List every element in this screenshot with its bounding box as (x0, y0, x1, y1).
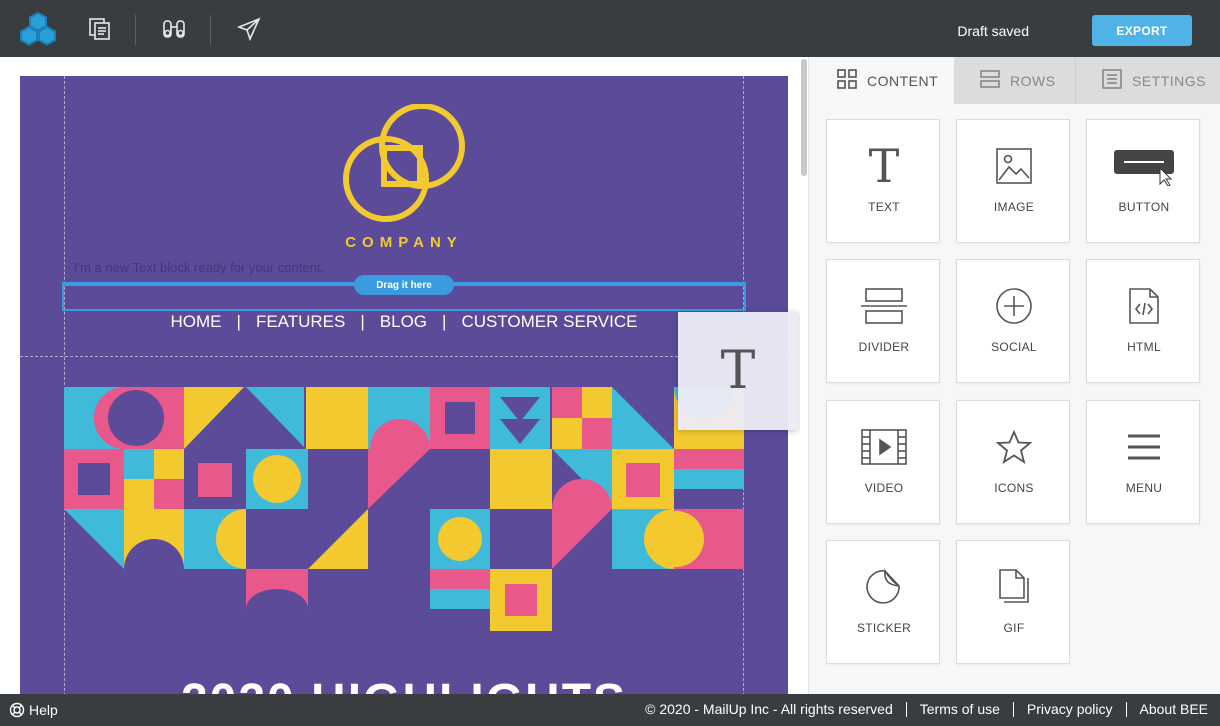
terms-link[interactable]: Terms of use (920, 701, 1000, 717)
tile-text[interactable]: T TEXT (826, 119, 940, 243)
tile-image[interactable]: IMAGE (956, 119, 1070, 243)
tile-label: MENU (1125, 481, 1163, 495)
dragged-text-block-icon[interactable]: T (678, 312, 798, 430)
nav-item-home[interactable]: HOME (171, 312, 222, 332)
settings-icon (1102, 69, 1122, 92)
nav-separator: | (442, 312, 447, 331)
drag-it-here-pill: Drag it here (354, 275, 454, 295)
tab-rows[interactable]: ROWS (954, 57, 1075, 104)
tile-menu[interactable]: MENU (1086, 400, 1200, 524)
tile-label: DIVIDER (858, 340, 910, 354)
tile-gif[interactable]: GIF (956, 540, 1070, 664)
footer-divider (905, 701, 907, 717)
send-test-icon[interactable] (233, 13, 265, 45)
footer-divider (1125, 701, 1127, 717)
tile-social[interactable]: SOCIAL (956, 259, 1070, 383)
tab-settings[interactable]: SETTINGS (1075, 57, 1220, 104)
help-label: Help (29, 702, 58, 718)
company-logo (343, 104, 465, 222)
footer-bar: Help © 2020 - MailUp Inc - All rights re… (0, 694, 1220, 726)
email-headline: 2020 HIGHLIGHTS (20, 674, 788, 694)
tile-video[interactable]: VIDEO (826, 400, 940, 524)
nav-item-blog[interactable]: BLOG (380, 312, 427, 332)
tile-label: BUTTON (1118, 200, 1170, 214)
email-nav-menu: HOME | FEATURES | BLOG | CUSTOMER SERVICE (20, 312, 788, 332)
image-icon (957, 142, 1071, 190)
row-guide (20, 356, 788, 357)
export-button[interactable]: EXPORT (1092, 15, 1192, 46)
sidebar-tabs: CONTENT ROWS SETTINGS (809, 57, 1220, 104)
star-icon (957, 423, 1071, 471)
tile-label: TEXT (868, 200, 900, 214)
canvas-scrollbar[interactable] (800, 57, 808, 694)
html-icon (1087, 282, 1201, 330)
tile-html[interactable]: HTML (1086, 259, 1200, 383)
geometric-banner-image[interactable] (64, 387, 744, 637)
tile-sticker[interactable]: STICKER (826, 540, 940, 664)
button-icon (1087, 142, 1201, 190)
nav-item-features[interactable]: FEATURES (256, 312, 345, 332)
toolbar-divider (210, 15, 211, 45)
preview-binoculars-icon[interactable] (158, 13, 190, 45)
footer-divider (1012, 701, 1014, 717)
grid-icon (837, 69, 857, 92)
tile-label: ICONS (994, 481, 1034, 495)
top-toolbar: Draft saved EXPORT (0, 0, 1220, 57)
company-name: COMPANY (345, 234, 463, 251)
footer-links: © 2020 - MailUp Inc - All rights reserve… (645, 701, 1208, 717)
tab-label: ROWS (1010, 72, 1056, 89)
tile-label: GIF (1003, 621, 1025, 635)
text-icon: T (868, 139, 900, 193)
tile-divider[interactable]: DIVIDER (826, 259, 940, 383)
placeholder-text-block: I'm a new Text block ready for your cont… (74, 260, 325, 275)
video-icon (827, 423, 941, 471)
help-link[interactable]: Help (9, 702, 58, 718)
tile-label: HTML (1127, 340, 1161, 354)
logo-cube-icon (20, 11, 56, 47)
gif-icon (957, 563, 1071, 611)
tab-label: CONTENT (867, 72, 939, 89)
draft-status: Draft saved (957, 23, 1029, 39)
nav-separator: | (360, 312, 365, 331)
nav-item-customer-service[interactable]: CUSTOMER SERVICE (461, 312, 637, 332)
editor-canvas[interactable]: COMPANY I'm a new Text block ready for y… (0, 57, 808, 694)
divider-icon (827, 282, 941, 330)
sticker-icon (827, 563, 941, 611)
nav-separator: | (236, 312, 241, 331)
menu-icon (1087, 423, 1201, 471)
help-lifebuoy-icon (9, 702, 25, 718)
social-icon (957, 282, 1071, 330)
tile-label: STICKER (856, 621, 912, 635)
copyright-text: © 2020 - MailUp Inc - All rights reserve… (645, 701, 893, 717)
tile-button[interactable]: BUTTON (1086, 119, 1200, 243)
pages-icon[interactable] (84, 13, 116, 45)
about-link[interactable]: About BEE (1140, 701, 1209, 717)
scrollbar-thumb[interactable] (801, 59, 807, 176)
rows-icon (980, 69, 1000, 92)
tab-content[interactable]: CONTENT (809, 57, 954, 104)
email-stage[interactable]: COMPANY I'm a new Text block ready for y… (20, 76, 788, 694)
tile-icons[interactable]: ICONS (956, 400, 1070, 524)
content-sidebar: CONTENT ROWS SETTINGS T TEXT IMAGE BUTTO… (808, 57, 1220, 694)
tile-label: IMAGE (993, 200, 1035, 214)
tab-label: SETTINGS (1132, 72, 1207, 89)
privacy-link[interactable]: Privacy policy (1027, 701, 1113, 717)
tile-label: SOCIAL (991, 340, 1037, 354)
toolbar-divider (135, 15, 136, 45)
tile-label: VIDEO (864, 481, 904, 495)
